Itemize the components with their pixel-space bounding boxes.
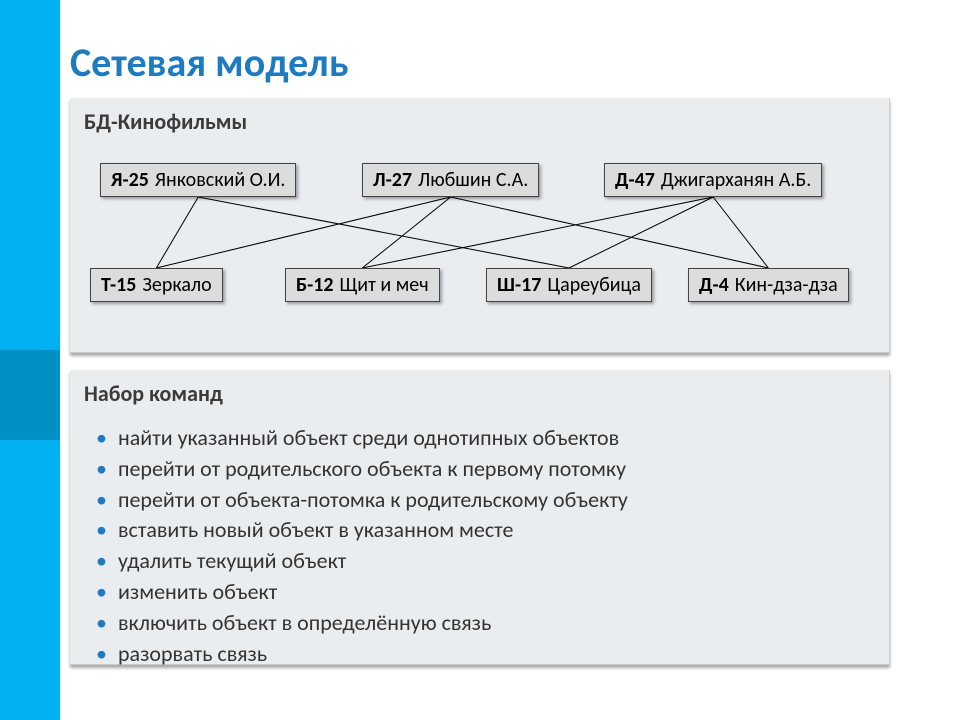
list-item: разорвать связь [118, 639, 879, 670]
node-code: Д-4 [699, 273, 729, 297]
page-title: Сетевая модель [70, 38, 348, 87]
film-node: Т-15Зеркало [90, 268, 223, 302]
commands-title: Набор команд [70, 370, 889, 415]
node-label: Щит и меч [340, 273, 429, 297]
node-code: Л-27 [373, 168, 412, 192]
list-item: перейти от родительского объекта к перво… [118, 454, 879, 485]
actor-node: Л-27Любшин С.А. [362, 163, 539, 197]
sidebar-accent [0, 350, 60, 440]
list-item: включить объект в определённую связь [118, 608, 879, 639]
actor-node: Я-25Янковский О.И. [100, 163, 296, 197]
node-label: Любшин С.А. [418, 168, 528, 192]
node-label: Цареубица [547, 273, 641, 297]
diagram-panel: БД-Кинофильмы Я-25Янковский О.И. Л-27Любш… [70, 98, 890, 353]
node-code: Б-12 [296, 273, 334, 297]
node-label: Янковский О.И. [155, 168, 286, 192]
list-item: перейти от объекта-потомка к родительско… [118, 485, 879, 516]
list-item: удалить текущий объект [118, 546, 879, 577]
list-item: найти указанный объект среди однотипных … [118, 423, 879, 454]
diagram-title: БД-Кинофильмы [70, 98, 889, 143]
film-node: Д-4Кин-дза-дза [688, 268, 849, 302]
film-node: Ш-17Цареубица [486, 268, 652, 302]
commands-panel: Набор команд найти указанный объект сред… [70, 370, 890, 665]
film-node: Б-12Щит и меч [285, 268, 440, 302]
node-code: Т-15 [101, 273, 136, 297]
node-label: Джигарханян А.Б. [661, 168, 811, 192]
node-code: Я-25 [111, 168, 149, 192]
diagram-area: Я-25Янковский О.И. Л-27Любшин С.А. Д-47Джи… [70, 143, 889, 343]
actor-node: Д-47Джигарханян А.Б. [604, 163, 822, 197]
node-label: Кин-дза-дза [735, 273, 838, 297]
node-code: Д-47 [615, 168, 655, 192]
node-code: Ш-17 [497, 273, 541, 297]
list-item: вставить новый объект в указанном месте [118, 515, 879, 546]
list-item: изменить объект [118, 577, 879, 608]
commands-list: найти указанный объект среди однотипных … [70, 415, 889, 679]
node-label: Зеркало [142, 273, 211, 297]
